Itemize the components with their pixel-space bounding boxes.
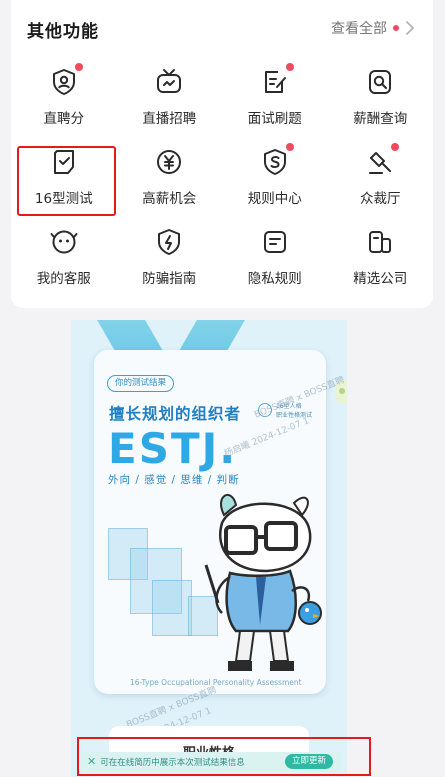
feature-label: 防骗指南: [142, 271, 197, 287]
check-doc-icon: [53, 150, 74, 174]
feature-item-salary-lookup[interactable]: 薪酬查询: [328, 57, 434, 137]
notice-text: 可在在线简历中展示本次测试结果信息: [100, 757, 245, 768]
badge-line2: 职业性格测试: [276, 412, 313, 419]
shield-person-icon: [52, 69, 75, 95]
mascot-illustration: [204, 494, 322, 671]
result-headline: 擅长规划的组织者: [109, 405, 242, 423]
notification-dot: [391, 143, 400, 151]
notification-dot: [285, 143, 294, 151]
shield-s-icon: [263, 149, 286, 175]
live-tv-icon: [157, 69, 182, 93]
feature-item-rules-center[interactable]: 规则中心: [222, 137, 328, 217]
feature-label: 高薪机会: [142, 191, 197, 207]
feature-row: 16型测试 高薪机会 规则中心 众裁厅: [11, 137, 433, 217]
feature-label: 直播招聘: [142, 111, 197, 127]
other-features-card: 其他功能 查看全部 直聘分 直播招聘 面试刷题 薪酬查询 16型测试 高薪机会 …: [11, 0, 433, 308]
feature-row: 我的客服 防骗指南 隐私规则 精选公司: [11, 217, 433, 297]
privacy-doc-icon: [263, 231, 286, 253]
view-all-label: 查看全部: [331, 21, 387, 37]
feature-label: 薪酬查询: [353, 111, 408, 127]
update-resume-notice: ✕ 可在在线简历中展示本次测试结果信息 立即更新: [81, 752, 341, 771]
personality-type: ESTJ.: [108, 424, 238, 473]
result-chip: 你的测试结果: [107, 375, 175, 392]
assessment-footer: 16-Type Occupational Personality Assessm…: [130, 678, 302, 687]
feature-label: 16型测试: [34, 191, 93, 207]
gavel-icon: [369, 152, 392, 174]
side-tab[interactable]: [335, 380, 347, 404]
search-doc-icon: [369, 70, 392, 94]
service-face-icon: [50, 230, 78, 254]
feature-item-interview-practice[interactable]: 面试刷题: [222, 57, 328, 137]
test-badge: 16型人格 职业性格测试: [258, 400, 316, 424]
feature-label: 面试刷题: [247, 111, 302, 127]
badge-icon: [258, 403, 272, 417]
feature-label: 我的客服: [36, 271, 91, 287]
feature-item-zhipinfen[interactable]: 直聘分: [11, 57, 117, 137]
feature-grid: 直聘分 直播招聘 面试刷题 薪酬查询 16型测试 高薪机会 规则中心 众裁厅 我…: [11, 57, 433, 297]
feature-label: 规则中心: [247, 191, 302, 207]
feature-label: 精选公司: [353, 271, 408, 287]
test-result-poster: 你的测试结果 擅长规划的组织者 16型人格 职业性格测试 ESTJ. 外向 / …: [71, 320, 347, 777]
close-icon[interactable]: ✕: [87, 755, 96, 768]
feature-item-arbitration-hall[interactable]: 众裁厅: [328, 137, 434, 217]
chevron-right-icon: [406, 21, 414, 35]
badge-line1: 16型人格: [276, 403, 302, 410]
notification-dot: [285, 63, 294, 71]
feature-item-privacy-rules[interactable]: 隐私规则: [222, 217, 328, 297]
feature-label: 隐私规则: [247, 271, 302, 287]
feature-item-live-recruit[interactable]: 直播招聘: [117, 57, 223, 137]
building-icon: [369, 231, 392, 253]
feature-item-16type-test[interactable]: 16型测试: [11, 137, 117, 217]
feature-item-high-salary[interactable]: 高薪机会: [117, 137, 223, 217]
section-title: 其他功能: [27, 22, 99, 42]
note-edit-icon: [264, 71, 286, 93]
result-card: 你的测试结果 擅长规划的组织者 16型人格 职业性格测试 ESTJ. 外向 / …: [94, 350, 326, 694]
view-all-link[interactable]: 查看全部: [331, 18, 415, 38]
feature-item-anti-fraud[interactable]: 防骗指南: [117, 217, 223, 297]
notification-dot: [74, 63, 83, 71]
shield-bolt-icon: [158, 229, 181, 255]
feature-item-customer-service[interactable]: 我的客服: [11, 217, 117, 297]
feature-row: 直聘分 直播招聘 面试刷题 薪酬查询: [11, 57, 433, 137]
feature-label: 直聘分: [43, 111, 85, 127]
update-now-button[interactable]: 立即更新: [284, 754, 333, 769]
notification-dot: [393, 25, 399, 31]
feature-item-selected-companies[interactable]: 精选公司: [328, 217, 434, 297]
yen-coin-icon: [157, 150, 182, 174]
feature-label: 众裁厅: [360, 191, 401, 207]
